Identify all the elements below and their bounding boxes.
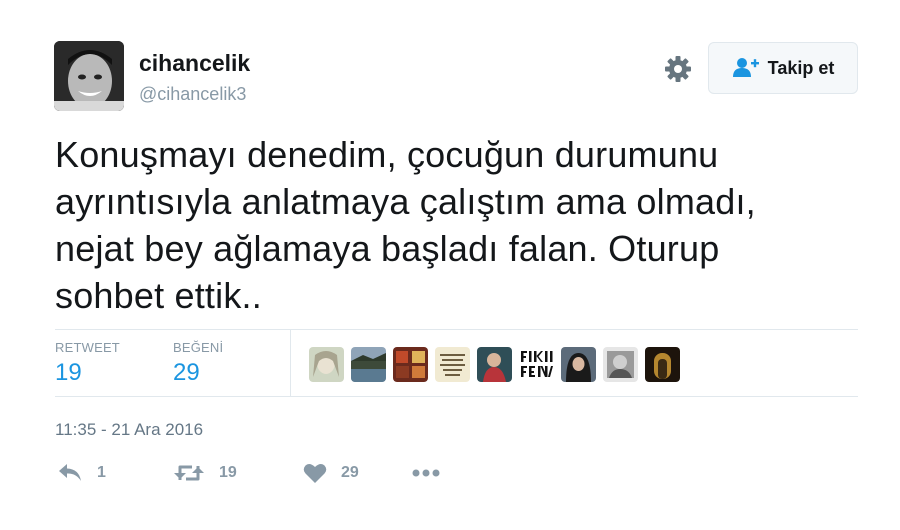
liker-avatar[interactable]: [561, 347, 596, 382]
more-button[interactable]: [411, 468, 441, 478]
like-count: 29: [341, 464, 359, 481]
tweet-text: Konuşmayı denedim, çocuğun durumunu ayrı…: [55, 131, 845, 319]
display-name[interactable]: cihancelik: [139, 50, 250, 77]
retweet-icon: [173, 462, 205, 484]
follow-user-icon: [732, 57, 760, 79]
retweet-count: 19: [219, 464, 237, 481]
follow-button[interactable]: Takip et: [708, 42, 858, 94]
gear-icon[interactable]: [662, 53, 694, 85]
liker-avatar[interactable]: [309, 347, 344, 382]
like-stat-label: BEĞENİ: [173, 340, 224, 355]
liker-avatar[interactable]: [435, 347, 470, 382]
liker-avatar[interactable]: [477, 347, 512, 382]
like-stat[interactable]: BEĞENİ 29: [173, 340, 223, 387]
follow-button-label: Takip et: [767, 57, 835, 78]
user-handle[interactable]: @cihancelik3: [139, 84, 246, 105]
reply-icon: [57, 462, 83, 484]
tweet-line: ayrıntısıyla anlatmaya çalıştım ama olma…: [55, 181, 756, 222]
stats-divider: [290, 330, 291, 397]
more-icon: [411, 468, 441, 478]
tweet-stats: RETWEET 19 BEĞENİ 29: [55, 329, 858, 397]
reply-count: 1: [97, 464, 106, 481]
retweet-stat[interactable]: RETWEET 19: [55, 340, 120, 387]
like-stat-count: 29: [173, 359, 200, 386]
retweet-stat-count: 19: [55, 359, 82, 386]
retweet-stat-label: RETWEET: [55, 340, 120, 355]
tweet-timestamp[interactable]: 11:35 - 21 Ara 2016: [55, 420, 203, 440]
liker-avatar[interactable]: [645, 347, 680, 382]
liker-avatar[interactable]: [393, 347, 428, 382]
like-button[interactable]: 29: [303, 462, 411, 484]
liker-avatar[interactable]: [351, 347, 386, 382]
heart-icon: [303, 462, 327, 484]
tweet-actions: 1 19 29: [57, 462, 441, 484]
liker-avatar[interactable]: [603, 347, 638, 382]
tweet-line: Konuşmayı denedim, çocuğun durumunu: [55, 134, 719, 175]
liker-avatars: [309, 347, 680, 382]
avatar[interactable]: [54, 41, 124, 111]
reply-button[interactable]: 1: [57, 462, 173, 484]
liker-avatar[interactable]: [519, 347, 554, 382]
tweet-line: nejat bey ağlamaya başladı falan. Oturup: [55, 228, 720, 269]
tweet-line: sohbet ettik..: [55, 275, 262, 316]
retweet-button[interactable]: 19: [173, 462, 303, 484]
